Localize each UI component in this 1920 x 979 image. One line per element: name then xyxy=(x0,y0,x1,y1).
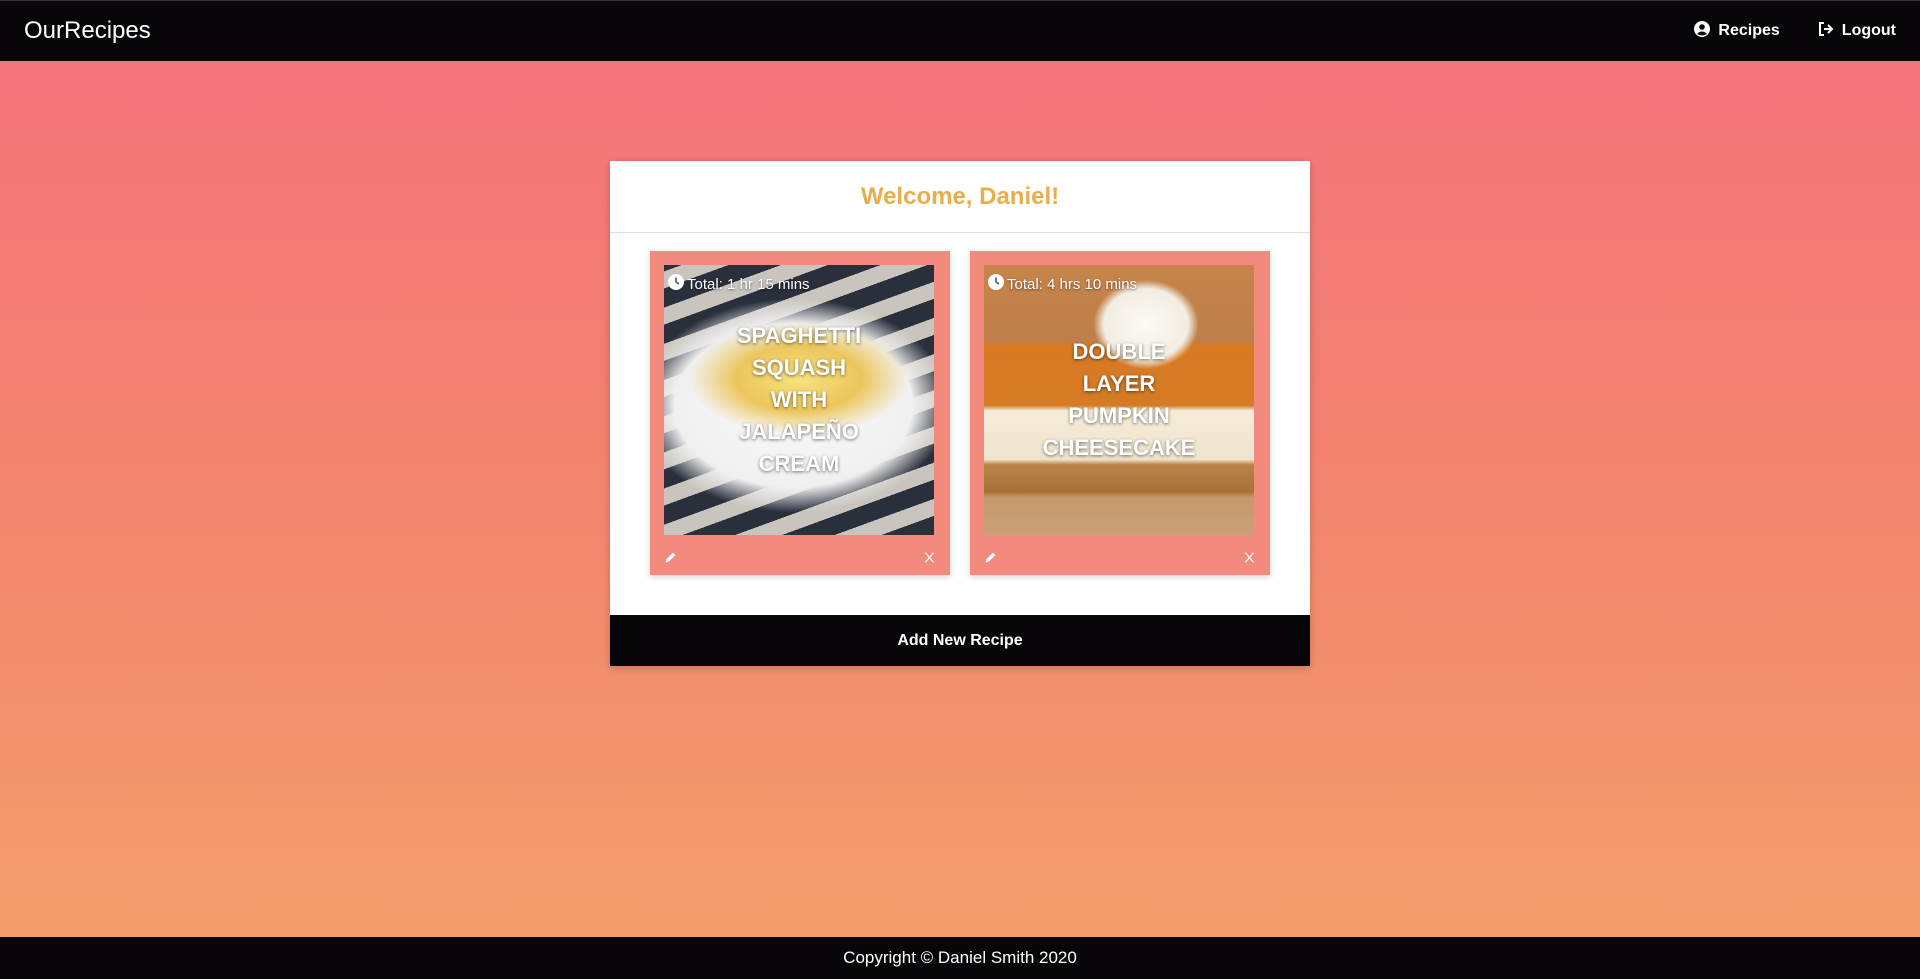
recipe-image[interactable]: Total: 4 hrs 10 mins Double Layer Pumpki… xyxy=(984,265,1254,535)
recipe-actions xyxy=(984,547,1256,567)
nav-links: Recipes Logout xyxy=(1694,20,1896,42)
recipe-title: Spaghetti Squash with Jalapeño Cream xyxy=(736,323,862,476)
recipe-actions xyxy=(664,547,936,567)
nav-link-logout[interactable]: Logout xyxy=(1818,21,1896,42)
sign-out-icon xyxy=(1818,21,1834,42)
recipe-image[interactable]: Total: 1 hr 15 mins Spaghetti Squash wit… xyxy=(664,265,934,535)
edit-pencil-icon[interactable] xyxy=(984,551,997,564)
user-circle-icon xyxy=(1694,20,1711,42)
brand-logo[interactable]: OurRecipes xyxy=(24,17,151,45)
add-recipe-button[interactable]: Add New Recipe xyxy=(610,615,1310,666)
edit-pencil-icon[interactable] xyxy=(664,551,677,564)
delete-x-icon[interactable] xyxy=(923,551,936,564)
delete-x-icon[interactable] xyxy=(1243,551,1256,564)
footer: Copyright © Daniel Smith 2020 xyxy=(0,937,1920,979)
recipes-card: Welcome, Daniel! Total: 1 hr 15 mins Spa… xyxy=(610,161,1310,666)
recipe-title: Double Layer Pumpkin Cheesecake xyxy=(1042,339,1196,460)
nav-link-label: Recipes xyxy=(1718,22,1780,39)
recipe-card[interactable]: Total: 4 hrs 10 mins Double Layer Pumpki… xyxy=(970,251,1270,575)
card-header: Welcome, Daniel! xyxy=(610,161,1310,233)
navbar: OurRecipes Recipes Logout xyxy=(0,0,1920,61)
nav-link-recipes[interactable]: Recipes xyxy=(1694,20,1780,42)
nav-link-label: Logout xyxy=(1841,22,1896,39)
copyright-text: Copyright © Daniel Smith 2020 xyxy=(843,948,1077,967)
welcome-heading: Welcome, Daniel! xyxy=(860,182,1060,210)
recipe-list: Total: 1 hr 15 mins Spaghetti Squash wit… xyxy=(650,251,1270,575)
recipe-card[interactable]: Total: 1 hr 15 mins Spaghetti Squash wit… xyxy=(650,251,950,575)
